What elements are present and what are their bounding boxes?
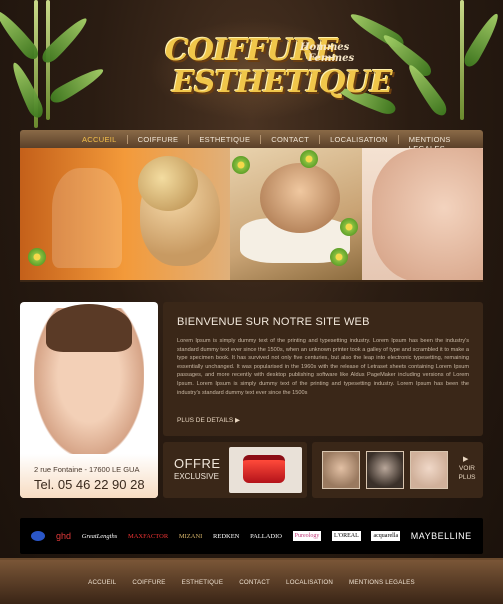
footer-link-coiffure[interactable]: COIFFURE bbox=[124, 579, 173, 586]
brand-bird-icon bbox=[31, 531, 46, 541]
banner-face-photo bbox=[362, 148, 483, 280]
brand-palladio: PALLADIO bbox=[250, 532, 282, 540]
logo-tagline: Hommes Femmes bbox=[300, 42, 354, 64]
welcome-panel: BIENVENUE SUR NOTRE SITE WEB Lorem Ipsum… bbox=[163, 302, 483, 436]
leaf-icon bbox=[7, 59, 47, 121]
nav-item-contact[interactable]: CONTACT bbox=[261, 134, 321, 144]
nav-item-mentions-legales[interactable]: MENTIONS LEGALES bbox=[399, 135, 483, 153]
page: COIFFURE ESTHETIQUE Hommes Femmes ACCUEI… bbox=[0, 0, 503, 604]
welcome-text: Lorem Ipsum is simply dummy text of the … bbox=[177, 338, 469, 396]
exclusive-offer[interactable]: OFFRE EXCLUSIVE bbox=[163, 442, 307, 498]
face-model bbox=[372, 148, 483, 280]
product-jar bbox=[243, 455, 285, 483]
brand-logos: ghd GreatLengths MAXFACTOR MIZANI REDKEN… bbox=[20, 518, 483, 554]
more-details-label: PLUS DE DETAILS bbox=[177, 417, 234, 424]
logo-tagline-women: Femmes bbox=[308, 53, 355, 64]
flower-icon bbox=[340, 218, 358, 236]
flower-icon bbox=[300, 150, 318, 168]
phone-number[interactable]: Tel. 05 46 22 90 28 bbox=[34, 477, 145, 492]
arrow-right-icon: ▶ bbox=[463, 456, 469, 463]
address-text: 2 rue Fontaine - 17600 LE GUA bbox=[34, 465, 140, 474]
logo-subtitle[interactable]: ESTHETIQUE bbox=[172, 68, 393, 98]
header: COIFFURE ESTHETIQUE Hommes Femmes bbox=[0, 0, 503, 128]
leaf-icon bbox=[460, 10, 503, 70]
footer-nav: ACCUEIL COIFFURE ESTHETIQUE CONTACT LOCA… bbox=[0, 560, 503, 604]
brand-maxfactor: MAXFACTOR bbox=[127, 532, 169, 540]
leaf-icon bbox=[47, 63, 107, 107]
gallery-thumbnail[interactable] bbox=[322, 451, 360, 489]
flower-icon bbox=[330, 248, 348, 266]
logo-tagline-men: Hommes bbox=[300, 42, 350, 53]
offer-title: OFFRE bbox=[174, 456, 221, 471]
offer-subtitle: EXCLUSIVE bbox=[174, 472, 219, 481]
nav-item-esthetique[interactable]: ESTHETIQUE bbox=[189, 134, 262, 144]
banner-spa-photo bbox=[230, 148, 362, 280]
nav-item-accueil[interactable]: ACCUEIL bbox=[72, 134, 128, 144]
brand-loreal: L'OREAL bbox=[332, 531, 361, 541]
flower-icon bbox=[232, 156, 250, 174]
brand-maybelline: MAYBELLINE bbox=[410, 531, 472, 541]
brand-mizani: MIZANI bbox=[178, 532, 203, 540]
portrait-hair bbox=[46, 304, 132, 352]
footer-link-mentions-legales[interactable]: MENTIONS LEGALES bbox=[341, 579, 423, 586]
welcome-title: BIENVENUE SUR NOTRE SITE WEB bbox=[177, 316, 370, 328]
more-details-link[interactable]: PLUS DE DETAILS ▶ bbox=[177, 416, 240, 424]
silhouette-graphic bbox=[52, 168, 122, 268]
brand-redken: REDKEN bbox=[213, 532, 240, 540]
footer-link-esthetique[interactable]: ESTHETIQUE bbox=[174, 579, 232, 586]
nav-item-localisation[interactable]: LOCALISATION bbox=[320, 134, 399, 144]
contact-card: 2 rue Fontaine - 17600 LE GUA Tel. 05 46… bbox=[20, 302, 158, 498]
gallery-thumbnail[interactable] bbox=[366, 451, 404, 489]
hero-banner bbox=[20, 148, 483, 282]
main-nav: ACCUEIL COIFFURE ESTHETIQUE CONTACT LOCA… bbox=[20, 130, 483, 153]
brand-pureology: Pureology bbox=[292, 531, 322, 541]
arrow-right-icon: ▶ bbox=[235, 417, 241, 424]
brand-ghd: ghd bbox=[56, 531, 72, 541]
see-more-line1: VOIR bbox=[459, 465, 475, 472]
footer-link-accueil[interactable]: ACCUEIL bbox=[80, 579, 124, 586]
brand-acquarella: acquarella bbox=[371, 531, 401, 541]
model-hair bbox=[138, 156, 198, 211]
product-image bbox=[229, 447, 302, 493]
see-more-line2: PLUS bbox=[458, 474, 476, 481]
footer-link-contact[interactable]: CONTACT bbox=[231, 579, 278, 586]
flower-icon bbox=[28, 248, 46, 266]
banner-hair-photo bbox=[20, 148, 230, 280]
footer-link-localisation[interactable]: LOCALISATION bbox=[278, 579, 341, 586]
brand-great-lengths: GreatLengths bbox=[81, 532, 118, 540]
nav-item-coiffure[interactable]: COIFFURE bbox=[128, 134, 190, 144]
see-more-link[interactable]: VOIR PLUS bbox=[455, 464, 479, 482]
gallery-thumbnail[interactable] bbox=[410, 451, 448, 489]
photo-gallery: ▶ VOIR PLUS bbox=[312, 442, 483, 498]
spa-model bbox=[260, 163, 340, 233]
